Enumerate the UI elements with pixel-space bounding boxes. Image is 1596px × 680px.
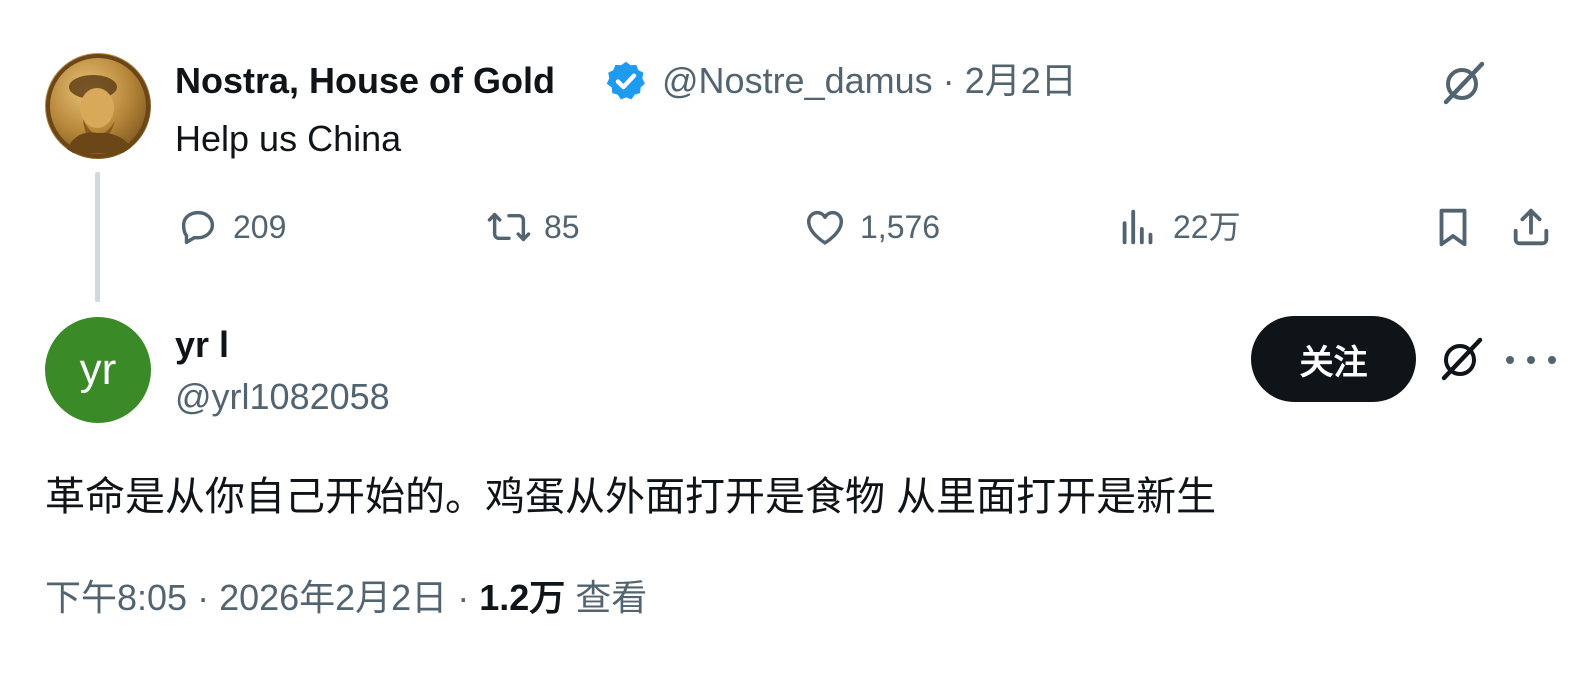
grok-icon[interactable] [1436,334,1486,384]
share-button[interactable] [1508,204,1554,250]
follow-button[interactable]: 关注 [1251,316,1416,402]
tweet-full-date[interactable]: 2026年2月2日 [219,575,447,621]
more-icon-dot [1548,356,1556,364]
more-options-button[interactable] [1506,338,1556,382]
footer-separator: · [457,577,470,618]
meta-separator: · [942,60,955,101]
reply-count: 209 [233,209,287,245]
reply-tweet-text: 革命是从你自己开始的。鸡蛋从外面打开是食物 从里面打开是新生 [45,475,1217,519]
tweet-timestamp-footer: 下午8:05 · 2026年2月2日 · 1.2万 查看 [45,575,647,621]
like-count: 1,576 [860,209,941,245]
retweet-icon [487,212,531,242]
views-button[interactable]: 22万 [1115,204,1241,250]
thread-connector-line [95,172,100,302]
bookmark-button[interactable] [1430,204,1476,250]
tweet-time[interactable]: 下午8:05 [45,575,187,621]
retweet-button[interactable]: 85 [486,204,580,250]
author-name[interactable]: Nostra, House of Gold [175,58,555,104]
tweet-views: 1.2万 查看 [479,575,647,621]
reply-button[interactable]: 209 [175,204,286,250]
like-icon [806,210,844,245]
footer-separator: · [197,577,210,618]
views-count: 22万 [1173,209,1241,245]
more-icon-dot [1506,356,1514,364]
grok-icon[interactable] [1438,58,1488,108]
views-total: 1.2万 [479,577,566,618]
verified-badge-icon [606,61,645,100]
bookmark-icon [1439,208,1467,247]
author-avatar[interactable] [45,53,151,159]
reply-author-avatar[interactable]: yr [45,317,151,423]
share-icon [1513,208,1549,246]
reply-author-handle[interactable]: @yrl1082058 [175,374,390,420]
avatar-portrait-image [46,54,150,158]
reply-author-name[interactable]: yr l [175,322,229,368]
author-handle[interactable]: @Nostre_damus [662,60,933,101]
more-icon-dot [1527,356,1535,364]
tweet-date[interactable]: 2月2日 [965,60,1077,101]
views-icon [1122,209,1153,245]
reply-icon [181,210,215,245]
like-button[interactable]: 1,576 [802,204,940,250]
retweet-count: 85 [544,209,580,245]
tweet-meta: @Nostre_damus · 2月2日 [662,58,1077,104]
views-label: 查看 [575,577,648,618]
tweet-text: Help us China [175,118,402,159]
